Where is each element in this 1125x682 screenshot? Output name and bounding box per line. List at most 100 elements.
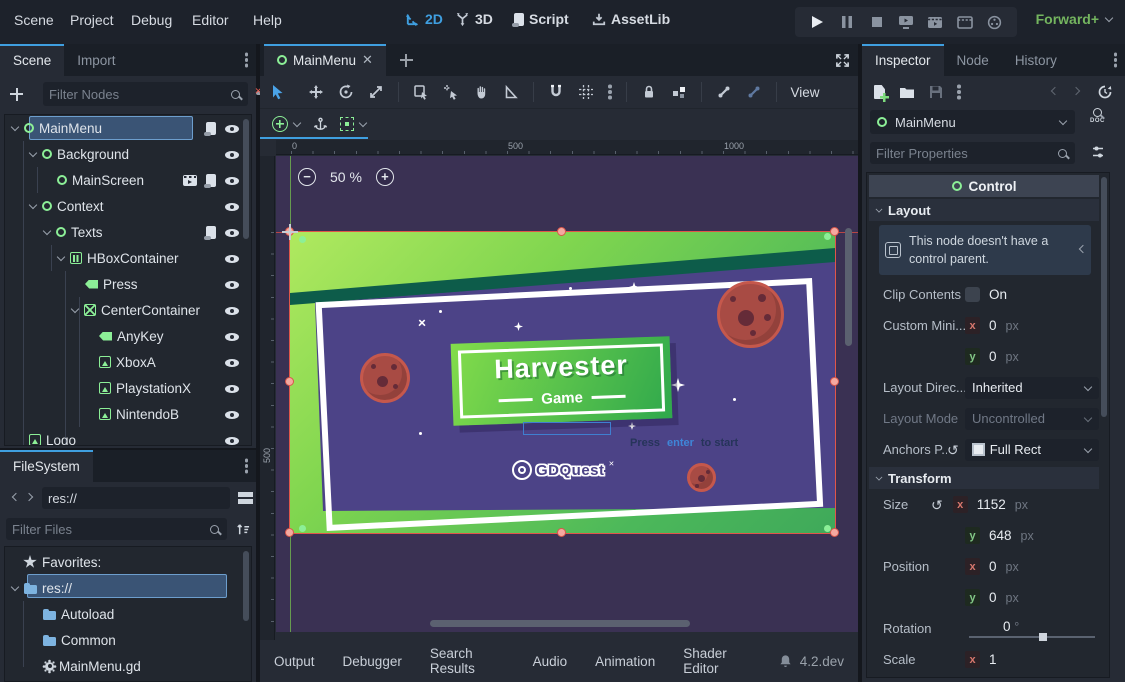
revert-icon[interactable]: ↺ xyxy=(931,498,943,512)
selection-handle[interactable] xyxy=(285,528,294,537)
view-menu[interactable]: View xyxy=(791,85,820,100)
container-sizing-button[interactable] xyxy=(340,117,367,131)
filter-properties-input[interactable] xyxy=(870,146,1058,161)
expand-viewport-icon[interactable] xyxy=(835,53,850,68)
tab-node[interactable]: Node xyxy=(944,44,1002,76)
tree-row-centercontainer[interactable]: CenterContainer xyxy=(5,297,251,323)
visibility-icon[interactable] xyxy=(225,122,239,135)
movie-maker-button[interactable] xyxy=(956,13,974,31)
size-y-field[interactable]: 648 xyxy=(989,528,1012,543)
workspace-3d-button[interactable]: 3D xyxy=(455,11,493,27)
anchor-icon[interactable] xyxy=(313,117,328,132)
path-input[interactable] xyxy=(42,491,230,506)
tree-row-mainmenu[interactable]: MainMenu xyxy=(5,115,251,141)
viewport-vscrollbar[interactable] xyxy=(845,228,852,346)
dock-menu-icon[interactable] xyxy=(245,58,249,62)
node-selector[interactable]: MainMenu xyxy=(870,110,1075,134)
visibility-icon[interactable] xyxy=(225,226,239,239)
movie-reel-button[interactable] xyxy=(985,13,1003,31)
renderer-dropdown[interactable]: Forward+ xyxy=(1036,11,1113,27)
viewport-hscrollbar[interactable] xyxy=(430,620,690,627)
tree-row-texts[interactable]: Texts xyxy=(5,219,251,245)
viewport-canvas[interactable]: Harvester Game Pressenterto start GDQues… xyxy=(276,156,858,632)
selection-handle[interactable] xyxy=(557,528,566,537)
section-transform[interactable]: Transform xyxy=(869,467,1099,489)
visibility-icon[interactable] xyxy=(225,382,239,395)
zoom-out-button[interactable]: − xyxy=(298,168,316,186)
save-resource-button[interactable] xyxy=(929,85,943,99)
forward-icon[interactable] xyxy=(26,494,34,502)
script-icon[interactable] xyxy=(206,226,216,239)
tree-row-mainscreen[interactable]: MainScreen xyxy=(5,167,251,193)
select-tool-icon[interactable] xyxy=(270,84,286,100)
lock-icon[interactable] xyxy=(641,84,657,100)
script-icon[interactable] xyxy=(206,174,216,187)
close-icon[interactable]: ✕ xyxy=(362,52,373,68)
fs-row-res[interactable]: res:// xyxy=(5,575,251,601)
dock-menu-icon[interactable] xyxy=(1114,58,1118,62)
tree-row-xboxa[interactable]: XboxA xyxy=(5,349,251,375)
sort-icon[interactable] xyxy=(235,522,250,537)
position-y-field[interactable]: 0 xyxy=(989,590,997,605)
rotate-tool-icon[interactable] xyxy=(338,84,354,100)
menu-debug[interactable]: Debug xyxy=(131,12,172,28)
anchors-preset-dropdown[interactable]: Full Rect xyxy=(965,439,1099,461)
visibility-icon[interactable] xyxy=(225,330,239,343)
play-movie-button[interactable] xyxy=(926,13,944,31)
skeleton-icon[interactable] xyxy=(716,84,732,100)
anchor-preset-button[interactable] xyxy=(272,116,301,132)
fs-row-autoload[interactable]: Autoload xyxy=(5,601,251,627)
visibility-icon[interactable] xyxy=(225,408,239,421)
bottom-tab-audio[interactable]: Audio xyxy=(533,654,568,669)
history-forward-icon[interactable] xyxy=(1073,88,1081,96)
zoom-level[interactable]: 50 % xyxy=(330,169,362,185)
visibility-icon[interactable] xyxy=(225,356,239,369)
layout-mode-dropdown[interactable]: Uncontrolled xyxy=(965,408,1099,430)
custom-min-y-field[interactable]: 0 xyxy=(989,349,997,364)
visibility-icon[interactable] xyxy=(225,148,239,161)
class-header[interactable]: Control xyxy=(869,175,1099,197)
workspace-assetlib-button[interactable]: AssetLib xyxy=(592,11,670,27)
filter-files-input[interactable] xyxy=(6,522,210,537)
tree-row-logo[interactable]: Logo xyxy=(5,427,251,446)
pause-button[interactable] xyxy=(838,13,856,31)
movie-icon[interactable] xyxy=(183,175,197,186)
tree-row-context[interactable]: Context xyxy=(5,193,251,219)
inspector-scrollbar[interactable] xyxy=(1101,177,1107,417)
notification-bell-icon[interactable] xyxy=(779,654,792,668)
size-x-field[interactable]: 1152 xyxy=(977,497,1006,512)
split-view-icon[interactable] xyxy=(238,492,253,505)
move-tool-icon[interactable] xyxy=(308,84,324,100)
tab-scene[interactable]: Scene xyxy=(0,44,64,76)
load-resource-button[interactable] xyxy=(899,86,915,99)
selection-handle[interactable] xyxy=(557,227,566,236)
tree-row-nintendob[interactable]: NintendoB xyxy=(5,401,251,427)
slider-knob[interactable] xyxy=(1039,633,1047,641)
menu-help[interactable]: Help xyxy=(253,12,282,28)
history-back-icon[interactable] xyxy=(1049,88,1057,96)
bottom-tab-animation[interactable]: Animation xyxy=(595,654,655,669)
ruler-tool-icon[interactable] xyxy=(503,84,519,100)
fs-row-mainmenu-gd[interactable]: MainMenu.gd xyxy=(5,653,251,679)
fs-row-favorites[interactable]: Favorites: xyxy=(5,549,251,575)
menu-editor[interactable]: Editor xyxy=(192,12,229,28)
scale-x-field[interactable]: 1 xyxy=(989,652,997,667)
tree-row-playstationx[interactable]: PlaystationX xyxy=(5,375,251,401)
tree-row-background[interactable]: Background xyxy=(5,141,251,167)
visibility-icon[interactable] xyxy=(225,174,239,187)
tab-inspector[interactable]: Inspector xyxy=(862,44,944,76)
selection-handle[interactable] xyxy=(285,377,294,386)
zoom-in-button[interactable]: + xyxy=(376,168,394,186)
tree-row-anykey[interactable]: AnyKey xyxy=(5,323,251,349)
smart-snap-icon[interactable] xyxy=(548,84,564,100)
bottom-tab-debugger[interactable]: Debugger xyxy=(343,654,402,669)
visibility-icon[interactable] xyxy=(225,304,239,317)
add-node-button[interactable] xyxy=(10,88,23,101)
section-layout[interactable]: Layout xyxy=(869,199,1099,221)
group-icon[interactable] xyxy=(671,84,687,100)
menu-scene[interactable]: Scene xyxy=(14,12,54,28)
clip-contents-checkbox[interactable] xyxy=(965,287,980,302)
stop-button[interactable] xyxy=(868,13,886,31)
dock-menu-icon[interactable] xyxy=(245,464,249,468)
bottom-tab-output[interactable]: Output xyxy=(274,654,315,669)
